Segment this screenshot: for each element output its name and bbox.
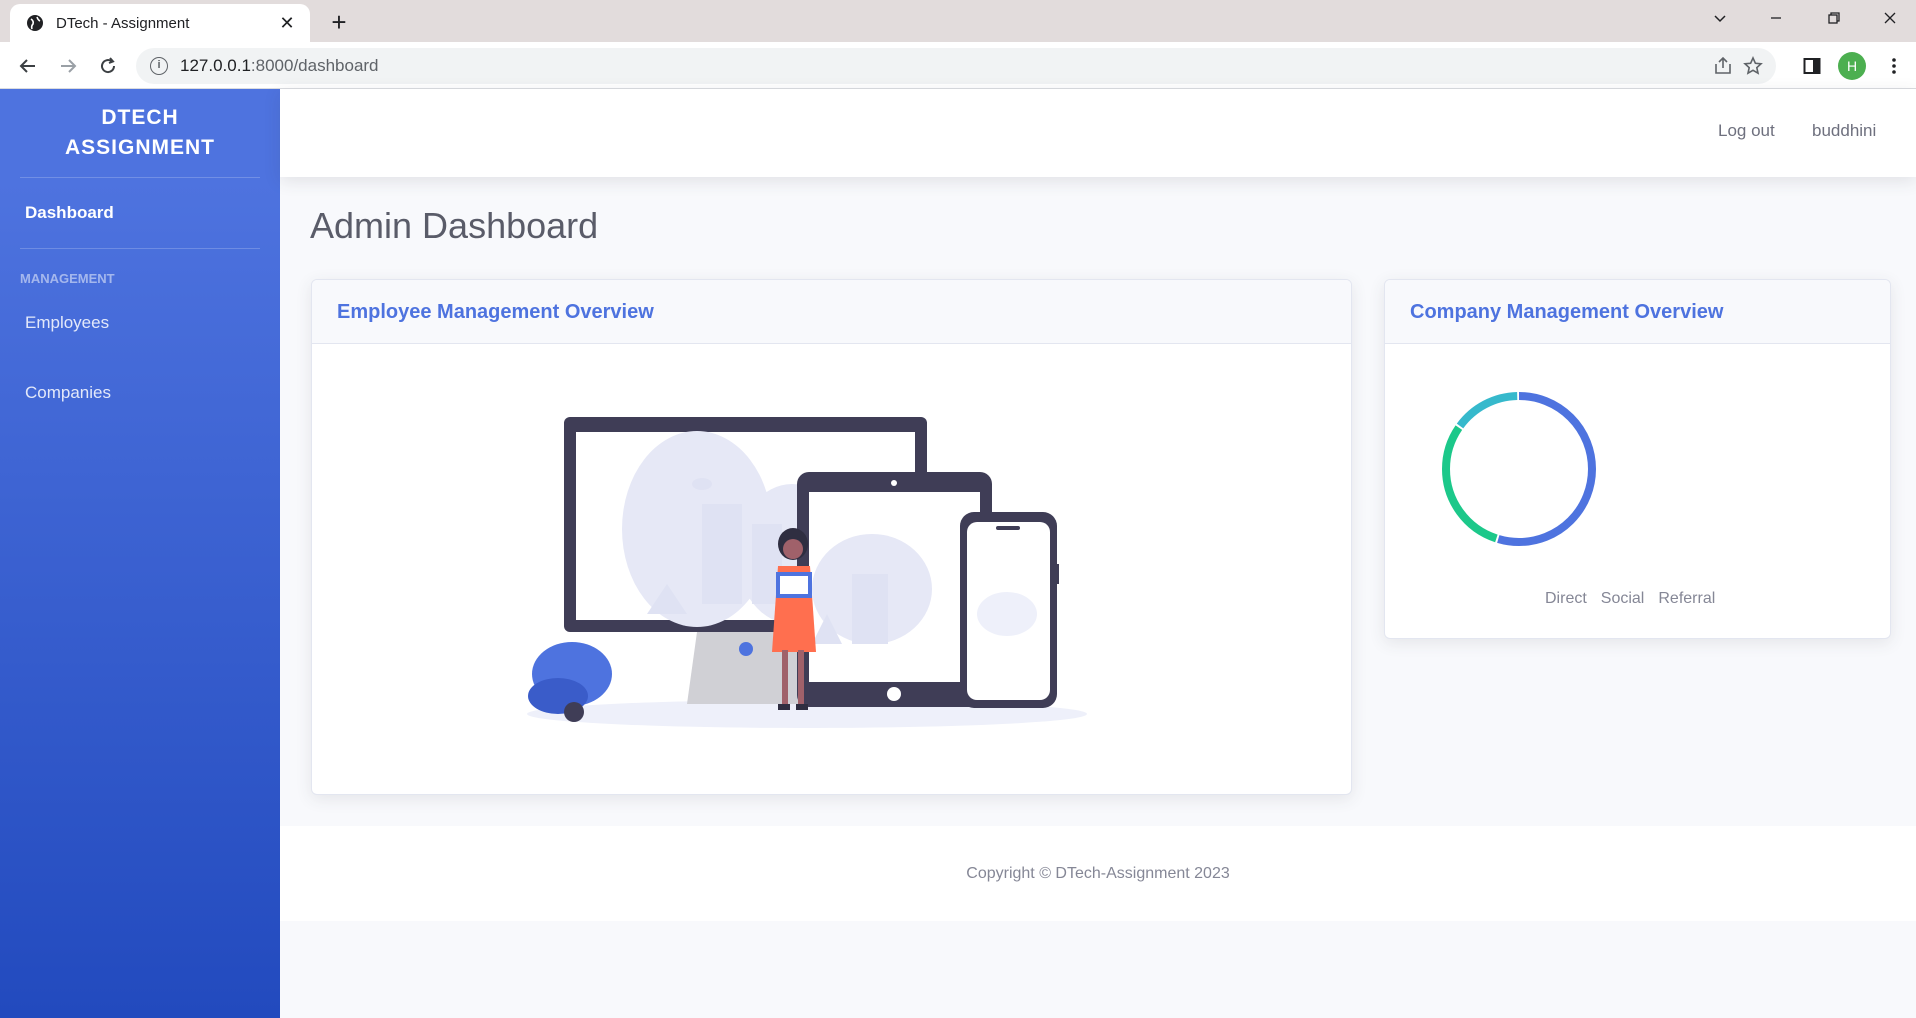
- back-icon[interactable]: [12, 50, 44, 82]
- address-bar[interactable]: i 127.0.0.1:8000/dashboard: [136, 48, 1776, 84]
- footer: Copyright © DTech-Assignment 2023: [280, 826, 1916, 921]
- sidebar-heading-management: MANAGEMENT: [20, 271, 115, 286]
- forward-icon[interactable]: [52, 50, 84, 82]
- side-panel-icon[interactable]: [1796, 50, 1828, 82]
- globe-icon: [27, 15, 43, 31]
- sidebar-divider: [20, 177, 260, 178]
- brand-line-1: DTECH: [101, 106, 179, 129]
- reload-icon[interactable]: [92, 50, 124, 82]
- close-icon[interactable]: ✕: [276, 12, 298, 34]
- sidebar-brand[interactable]: DTECH ASSIGNMENT: [0, 103, 280, 163]
- url-text: 127.0.0.1:8000/dashboard: [180, 56, 379, 76]
- restore-icon[interactable]: [1810, 4, 1858, 36]
- sidebar-item-companies[interactable]: Companies: [25, 383, 111, 403]
- username-link[interactable]: buddhini: [1812, 121, 1876, 141]
- tab-title: DTech - Assignment: [56, 14, 190, 32]
- legend-item-social[interactable]: Social: [1601, 590, 1645, 608]
- brand-line-2: ASSIGNMENT: [64, 136, 215, 159]
- sidebar: DTECH ASSIGNMENT Dashboard MANAGEMENT Em…: [0, 89, 280, 1018]
- browser-toolbar: i 127.0.0.1:8000/dashboard H: [0, 42, 1916, 89]
- sidebar-divider: [20, 248, 260, 249]
- chart-legend: Direct Social Referral: [1545, 590, 1715, 608]
- card-header: Employee Management Overview: [312, 280, 1351, 344]
- card-header: Company Management Overview: [1385, 280, 1890, 344]
- chevron-down-icon[interactable]: [1696, 4, 1744, 36]
- company-card-title: Company Management Overview: [1410, 301, 1724, 323]
- window-close-icon[interactable]: [1866, 4, 1914, 36]
- share-icon[interactable]: [1712, 56, 1734, 78]
- sidebar-item-employees[interactable]: Employees: [25, 313, 109, 333]
- browser-chrome: DTech - Assignment ✕ + i 127.0.0.1:8000/: [0, 0, 1916, 89]
- company-overview-card: Company Management Overview: [1384, 279, 1891, 639]
- page-title: Admin Dashboard: [310, 205, 599, 246]
- new-tab-button[interactable]: +: [324, 8, 354, 38]
- sidebar-item-dashboard[interactable]: Dashboard: [25, 203, 114, 223]
- legend-item-referral[interactable]: Referral: [1658, 590, 1715, 608]
- minimize-icon[interactable]: [1752, 4, 1800, 36]
- employee-overview-card: Employee Management Overview: [311, 279, 1352, 795]
- employee-card-title: Employee Management Overview: [337, 301, 654, 323]
- copyright-text: Copyright © DTech-Assignment 2023: [966, 865, 1230, 882]
- profile-avatar[interactable]: H: [1838, 52, 1866, 80]
- url-host: 127.0.0.1: [180, 56, 251, 75]
- browser-tab[interactable]: DTech - Assignment ✕: [10, 4, 310, 42]
- star-icon[interactable]: [1742, 56, 1764, 78]
- devices-illustration: [527, 417, 1087, 728]
- legend-item-direct[interactable]: Direct: [1545, 590, 1587, 608]
- top-navbar: Log out buddhini: [280, 89, 1916, 177]
- url-path: :8000/dashboard: [250, 56, 379, 75]
- info-icon[interactable]: i: [150, 57, 168, 75]
- logout-link[interactable]: Log out: [1718, 121, 1775, 141]
- kebab-menu-icon[interactable]: [1878, 50, 1910, 82]
- tab-strip: DTech - Assignment ✕ +: [0, 0, 1916, 42]
